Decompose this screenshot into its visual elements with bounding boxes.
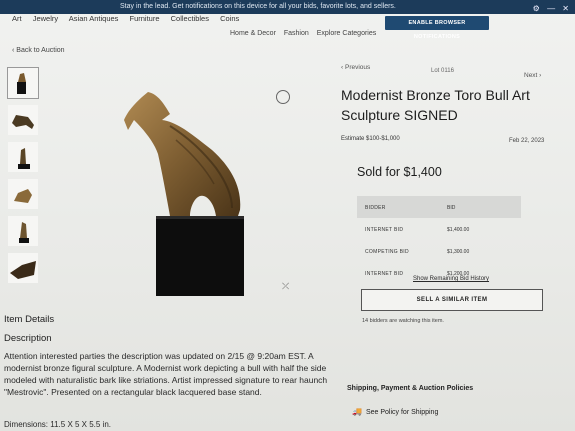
next-lot-link[interactable]: Next ›: [524, 72, 541, 79]
category-furniture[interactable]: Furniture: [130, 14, 160, 23]
dimensions-text: Dimensions: 11.5 X 5 X 5.5 in.: [4, 420, 112, 429]
notification-bar: Stay in the lead. Get notifications on t…: [0, 0, 575, 14]
back-label: Back to Auction: [16, 47, 65, 54]
category-home-decor[interactable]: Home & Decor: [230, 30, 276, 37]
category-jewelry[interactable]: Jewelry: [33, 14, 58, 23]
thumbnail-3[interactable]: [8, 142, 38, 172]
truck-icon: 🚚: [352, 407, 362, 416]
thumbnail-list: [7, 67, 39, 290]
estimate: Estimate $100-$1,000: [341, 136, 400, 142]
lot-number: Lot 0116: [431, 68, 454, 74]
shipping-policy-link[interactable]: 🚚 See Policy for Shipping: [352, 407, 438, 416]
close-icon[interactable]: ✕: [562, 4, 569, 13]
description-heading: Description: [4, 333, 52, 344]
main-product-image[interactable]: [66, 70, 296, 300]
bid-header: BID: [447, 205, 456, 211]
sell-similar-button[interactable]: SELL A SIMILAR ITEM: [361, 289, 543, 311]
watchers-count: 14 bidders are watching this item.: [362, 318, 444, 324]
category-art[interactable]: Art: [12, 14, 22, 23]
description-text: Attention interested parties the descrip…: [4, 351, 328, 397]
bid-cell: $1,300.00: [447, 249, 470, 255]
window-controls: ⚙ — ✕: [528, 2, 569, 16]
bid-cell: $1,400.00: [447, 227, 470, 233]
auction-date: Feb 22, 2023: [509, 138, 545, 144]
category-nav: Art Jewelry Asian Antiques Furniture Col…: [12, 14, 248, 32]
shipping-heading: Shipping, Payment & Auction Policies: [347, 385, 474, 392]
category-coins[interactable]: Coins: [220, 14, 239, 23]
bidder-cell: INTERNET BID: [365, 271, 404, 277]
table-row: COMPETING BID $1,300.00: [357, 240, 521, 262]
thumbnail-1[interactable]: [7, 67, 39, 99]
previous-label: Previous: [344, 64, 371, 71]
thumbnail-4[interactable]: [8, 179, 38, 209]
bidder-header: BIDDER: [365, 205, 386, 211]
settings-icon[interactable]: ⚙: [533, 4, 540, 13]
notification-message: Stay in the lead. Get notifications on t…: [120, 3, 396, 10]
show-remaining-bids-link[interactable]: Show Remaining Bid History: [413, 276, 489, 282]
next-label: Next: [524, 72, 538, 79]
category-nav-secondary: Home & Decor Fashion Explore Categories: [230, 30, 382, 37]
bid-history-table: BIDDER BID INTERNET BID $1,400.00 COMPET…: [357, 196, 521, 284]
table-header: BIDDER BID: [357, 196, 521, 218]
table-row: INTERNET BID $1,400.00: [357, 218, 521, 240]
thumbnail-6[interactable]: [8, 253, 38, 283]
previous-lot-link[interactable]: ‹ Previous: [341, 64, 370, 71]
category-fashion[interactable]: Fashion: [284, 30, 309, 37]
minimize-icon[interactable]: —: [547, 4, 555, 13]
bidder-cell: INTERNET BID: [365, 227, 404, 233]
sold-price: Sold for $1,400: [357, 165, 442, 179]
category-explore[interactable]: Explore Categories: [317, 30, 377, 37]
thumbnail-2[interactable]: [8, 105, 38, 135]
bidder-cell: COMPETING BID: [365, 249, 409, 255]
back-to-auction-link[interactable]: ‹ Back to Auction: [12, 47, 65, 54]
thumbnail-5[interactable]: [8, 216, 38, 246]
category-collectibles[interactable]: Collectibles: [171, 14, 209, 23]
share-icon[interactable]: ⤫: [282, 281, 289, 292]
item-title: Modernist Bronze Toro Bull Art Sculpture…: [341, 87, 530, 123]
enable-notifications-button[interactable]: ENABLE BROWSER NOTIFICATIONS: [385, 16, 489, 40]
auction-page: Stay in the lead. Get notifications on t…: [0, 0, 575, 431]
shipping-policy-label: See Policy for Shipping: [365, 409, 439, 416]
item-details-heading: Item Details: [4, 314, 55, 325]
heart-icon[interactable]: [276, 90, 290, 104]
category-asian-antiques[interactable]: Asian Antiques: [69, 14, 119, 23]
